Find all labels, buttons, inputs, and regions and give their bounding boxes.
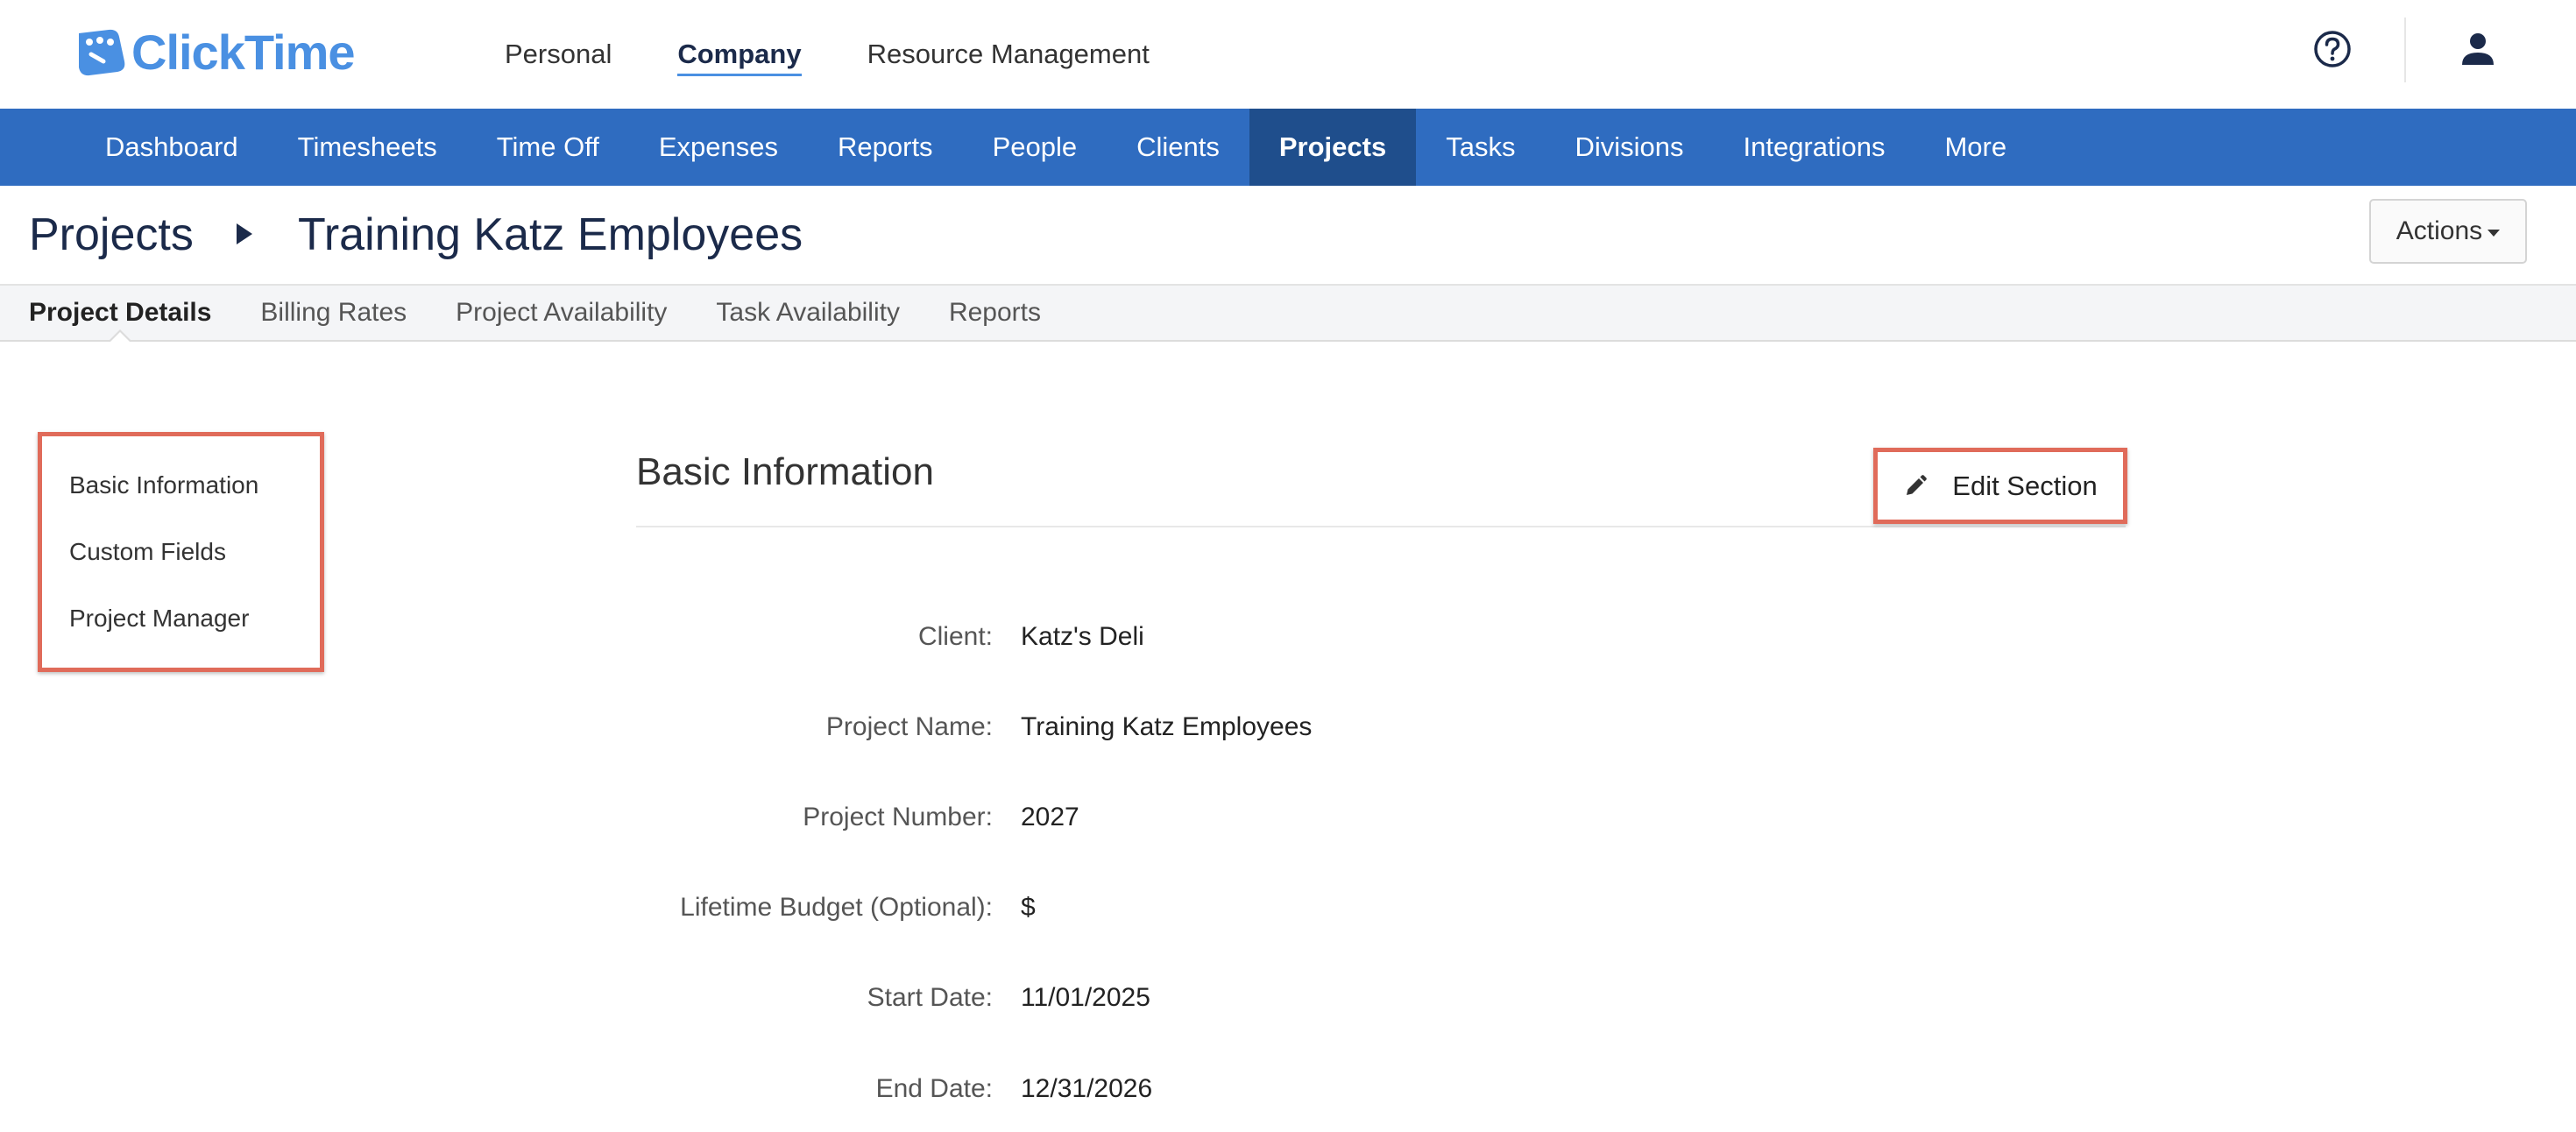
caret-down-icon xyxy=(2488,230,2501,237)
main-nav: Dashboard Timesheets Time Off Expenses R… xyxy=(0,109,2576,186)
field-label-project-number: Project Number: xyxy=(803,803,993,831)
breadcrumb-projects[interactable]: Projects xyxy=(29,209,194,261)
edit-section-button[interactable]: Edit Section xyxy=(1873,448,2127,524)
tab-task-availability[interactable]: Task Availability xyxy=(716,286,900,340)
nav-people[interactable]: People xyxy=(963,109,1108,186)
field-value-project-number: 2027 xyxy=(1021,803,1079,831)
edit-section-label: Edit Section xyxy=(1952,470,2098,501)
field-row-lifetime-budget: Lifetime Budget (Optional): $ xyxy=(0,893,1752,928)
nav-projects[interactable]: Projects xyxy=(1249,109,1417,186)
field-row-project-number: Project Number: 2027 xyxy=(0,803,1752,838)
actions-button[interactable]: Actions xyxy=(2369,199,2527,264)
field-row-project-name: Project Name: Training Katz Employees xyxy=(0,712,1752,747)
field-value-lifetime-budget: $ xyxy=(1021,893,1036,922)
field-value-start-date: 11/01/2025 xyxy=(1021,983,1150,1012)
user-icon[interactable] xyxy=(2459,30,2497,68)
page-title: Training Katz Employees xyxy=(298,209,803,260)
nav-reports[interactable]: Reports xyxy=(808,109,963,186)
section-divider xyxy=(636,526,2126,527)
breadcrumb-arrow-icon xyxy=(237,223,252,244)
field-label-lifetime-budget: Lifetime Budget (Optional): xyxy=(680,893,993,922)
top-nav-personal[interactable]: Personal xyxy=(505,0,612,109)
field-row-client: Client: Katz's Deli xyxy=(0,622,1752,657)
question-circle-icon[interactable] xyxy=(2313,30,2352,68)
section-heading: Basic Information xyxy=(636,450,934,493)
nav-more[interactable]: More xyxy=(1914,109,2036,186)
nav-clients[interactable]: Clients xyxy=(1107,109,1249,186)
top-nav-resource-management[interactable]: Resource Management xyxy=(867,0,1150,109)
pencil-icon xyxy=(1907,474,1928,495)
clicktime-logo[interactable]: ClickTime xyxy=(74,23,356,81)
field-value-project-name: Training Katz Employees xyxy=(1021,712,1313,741)
section-nav-basic-information[interactable]: Basic Information xyxy=(42,471,320,538)
top-nav-company[interactable]: Company xyxy=(677,0,802,109)
nav-expenses[interactable]: Expenses xyxy=(629,109,808,186)
field-row-end-date: End Date: 12/31/2026 xyxy=(0,1074,1752,1109)
stopwatch-logo-icon xyxy=(79,29,125,76)
tab-billing-rates[interactable]: Billing Rates xyxy=(260,286,407,340)
top-nav: Personal Company Resource Management xyxy=(505,0,1215,109)
actions-label: Actions xyxy=(2396,216,2483,245)
tab-reports[interactable]: Reports xyxy=(949,286,1041,340)
nav-time-off[interactable]: Time Off xyxy=(467,109,629,186)
field-label-start-date: Start Date: xyxy=(867,983,993,1012)
field-label-end-date: End Date: xyxy=(875,1074,993,1103)
nav-tasks[interactable]: Tasks xyxy=(1416,109,1545,186)
logo-text: ClickTime xyxy=(131,24,356,80)
page-title-row: Projects Training Katz Employees Actions xyxy=(0,186,2576,284)
field-label-client: Client: xyxy=(917,622,993,651)
nav-timesheets[interactable]: Timesheets xyxy=(268,109,467,186)
field-row-start-date: Start Date: 11/01/2025 xyxy=(0,983,1752,1018)
tab-project-availability[interactable]: Project Availability xyxy=(456,286,667,340)
tab-project-details[interactable]: Project Details xyxy=(29,286,211,343)
field-label-project-name: Project Name: xyxy=(825,712,993,741)
top-header: ClickTime Personal Company Resource Mana… xyxy=(0,0,2576,109)
header-divider xyxy=(2404,18,2406,82)
field-value-end-date: 12/31/2026 xyxy=(1021,1074,1153,1103)
sub-tabs: Project Details Billing Rates Project Av… xyxy=(0,284,2576,343)
section-nav-custom-fields[interactable]: Custom Fields xyxy=(42,538,320,605)
nav-dashboard[interactable]: Dashboard xyxy=(75,109,268,186)
nav-integrations[interactable]: Integrations xyxy=(1713,109,1914,186)
field-value-client: Katz's Deli xyxy=(1021,622,1144,651)
nav-divisions[interactable]: Divisions xyxy=(1545,109,1713,186)
